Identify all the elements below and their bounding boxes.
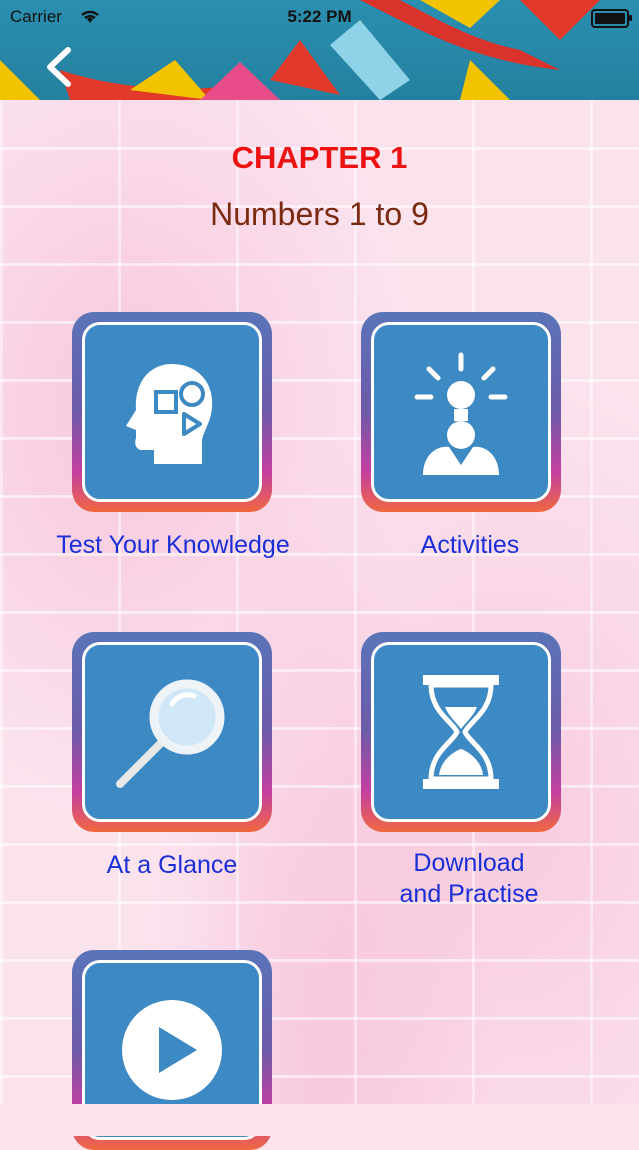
at-a-glance-tile[interactable]: [72, 632, 272, 832]
hourglass-icon: [423, 675, 499, 789]
chapter-title: CHAPTER 1: [231, 140, 408, 175]
status-time: 5:22 PM: [287, 7, 352, 26]
play-icon: [122, 1000, 222, 1100]
header-banner: Carrier 5:22 PM: [0, 0, 639, 100]
download-practise-label-line2: and Practise: [399, 880, 539, 908]
status-bar: Carrier 5:22 PM: [0, 0, 639, 34]
chevron-left-icon: [47, 47, 71, 87]
download-practise-tile[interactable]: [361, 632, 561, 832]
head-shapes-icon: [126, 364, 213, 464]
magnifier-icon: [116, 679, 225, 788]
download-practise-label-line1: Download: [413, 849, 525, 877]
activities-tile[interactable]: [361, 312, 561, 512]
battery-icon: [591, 9, 632, 28]
test-knowledge-tile[interactable]: [72, 312, 272, 512]
lightbulb-person-icon: [414, 352, 508, 475]
activities-label[interactable]: Activities: [380, 530, 560, 561]
test-knowledge-label[interactable]: Test Your Knowledge: [30, 530, 316, 561]
download-practise-label[interactable]: Download and Practise: [361, 848, 577, 910]
bottom-fade: [0, 1104, 639, 1136]
at-a-glance-label[interactable]: At a Glance: [72, 850, 272, 881]
back-button[interactable]: [38, 42, 82, 92]
chapter-subtitle: Numbers 1 to 9: [210, 196, 429, 232]
